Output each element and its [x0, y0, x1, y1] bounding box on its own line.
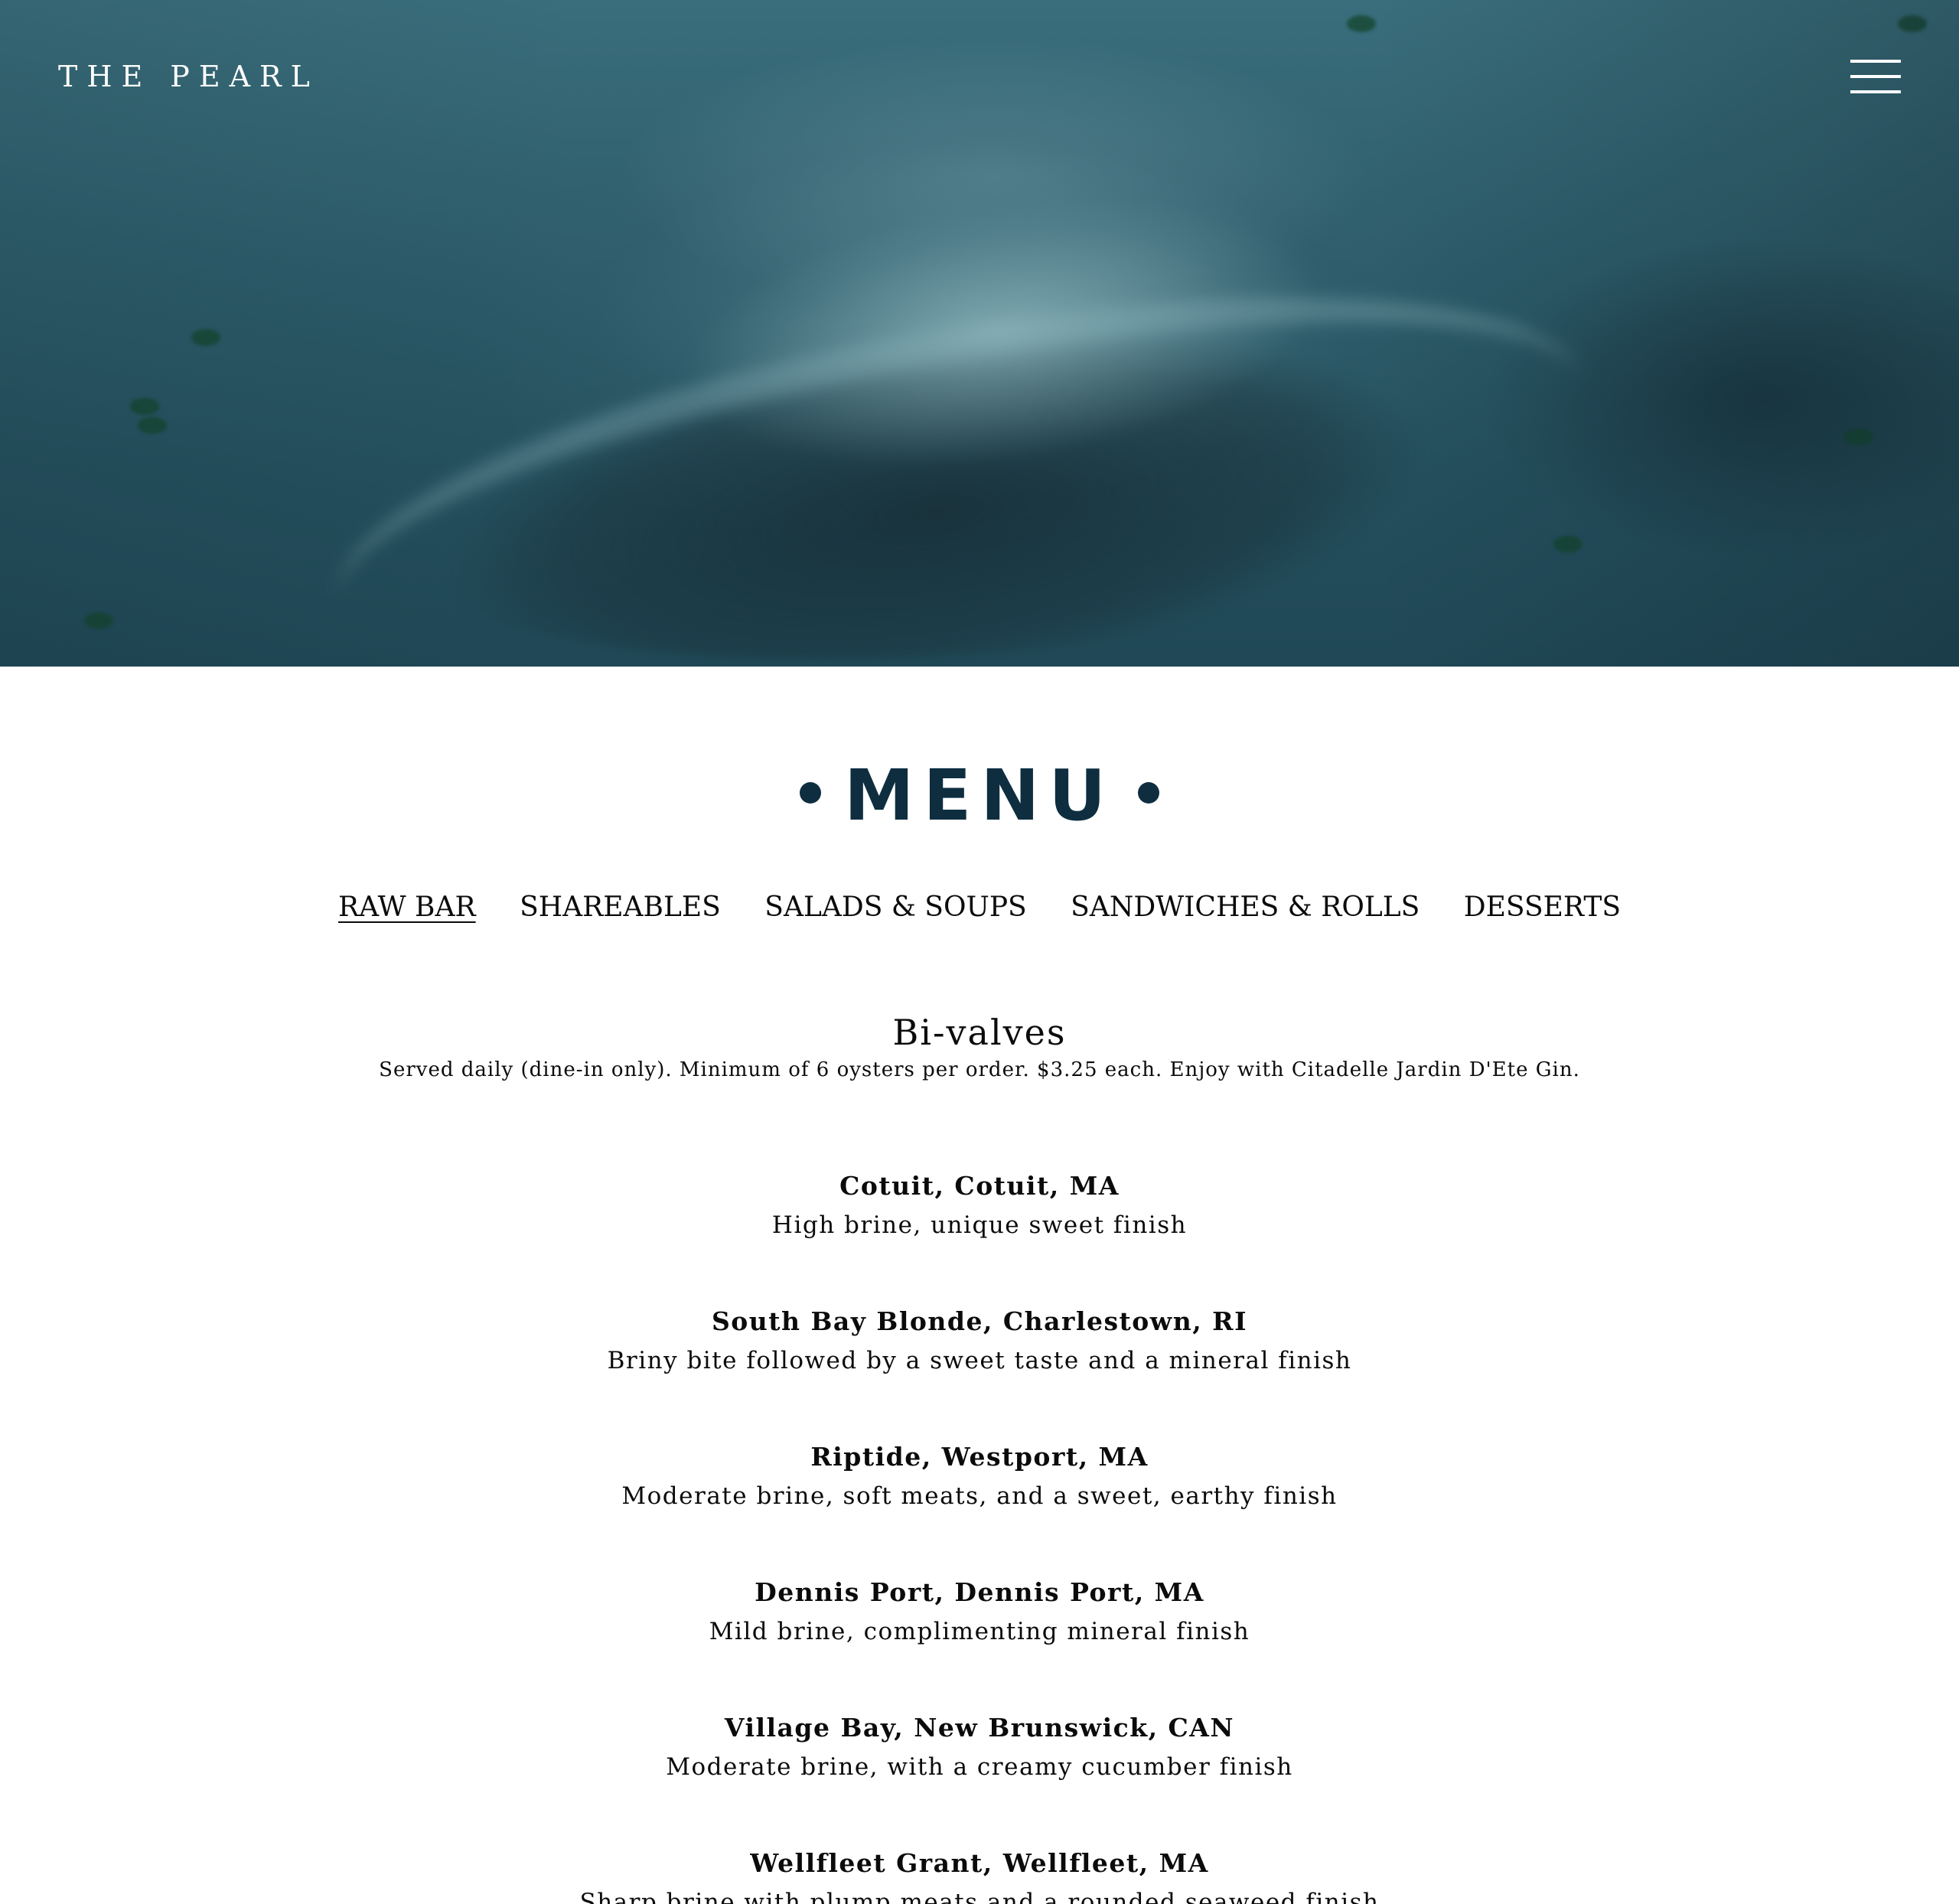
page-title: MENU [843, 755, 1116, 836]
menu-item-name: South Bay Blonde, Charlestown, RI [711, 1306, 1248, 1336]
hamburger-line [1850, 60, 1901, 63]
menu-item: Wellfleet Grant, Wellfleet, MA Sharp bri… [0, 1844, 1959, 1904]
section-note: Served daily (dine-in only). Minimum of … [379, 1058, 1580, 1081]
menu-item-name: Dennis Port, Dennis Port, MA [755, 1577, 1204, 1607]
menu-category-tabs: RAW BAR SHAREABLES SALADS & SOUPS SANDWI… [0, 888, 1959, 928]
menu-item-description: Moderate brine, with a creamy cucumber f… [666, 1753, 1293, 1781]
menu-item-description: Moderate brine, soft meats, and a sweet,… [621, 1482, 1338, 1510]
hamburger-line [1850, 75, 1901, 78]
tab-sandwiches-rolls[interactable]: SANDWICHES & ROLLS [1071, 888, 1420, 928]
hamburger-menu-icon[interactable] [1850, 60, 1901, 95]
menu-item-description: Sharp brine with plump meats and a round… [579, 1889, 1380, 1904]
bullet-dot-right [1138, 782, 1160, 804]
menu-item: Cotuit, Cotuit, MA High brine, unique sw… [0, 1166, 1959, 1302]
menu-item: Dennis Port, Dennis Port, MA Mild brine,… [0, 1573, 1959, 1708]
section-title: Bi-valves [892, 1012, 1067, 1053]
hamburger-line [1850, 90, 1901, 93]
menu-item-description: Mild brine, complimenting mineral finish [709, 1618, 1250, 1645]
menu-item-description: High brine, unique sweet finish [771, 1211, 1188, 1239]
menu-item: Riptide, Westport, MA Moderate brine, so… [0, 1437, 1959, 1573]
hero-image: THE PEARL [0, 0, 1959, 667]
tab-shareables[interactable]: SHAREABLES [520, 888, 721, 928]
menu-heading: MENU [0, 750, 1959, 842]
menu-item: South Bay Blonde, Charlestown, RI Briny … [0, 1302, 1959, 1437]
hero-overlay [0, 0, 1959, 667]
menu-item-name: Wellfleet Grant, Wellfleet, MA [750, 1848, 1209, 1878]
menu-item-name: Village Bay, New Brunswick, CAN [724, 1713, 1235, 1743]
bullet-dot-left [799, 782, 821, 804]
tab-salads-soups[interactable]: SALADS & SOUPS [764, 888, 1026, 928]
tab-raw-bar[interactable]: RAW BAR [338, 888, 476, 928]
menu-item-list: Cotuit, Cotuit, MA High brine, unique sw… [0, 1166, 1959, 1904]
menu-item-description: Briny bite followed by a sweet taste and… [607, 1347, 1352, 1374]
brand-logo[interactable]: THE PEARL [58, 60, 319, 93]
tab-desserts[interactable]: DESSERTS [1464, 888, 1621, 928]
menu-item-name: Cotuit, Cotuit, MA [839, 1171, 1120, 1201]
menu-item: Village Bay, New Brunswick, CAN Moderate… [0, 1708, 1959, 1844]
menu-item-name: Riptide, Westport, MA [810, 1442, 1149, 1472]
